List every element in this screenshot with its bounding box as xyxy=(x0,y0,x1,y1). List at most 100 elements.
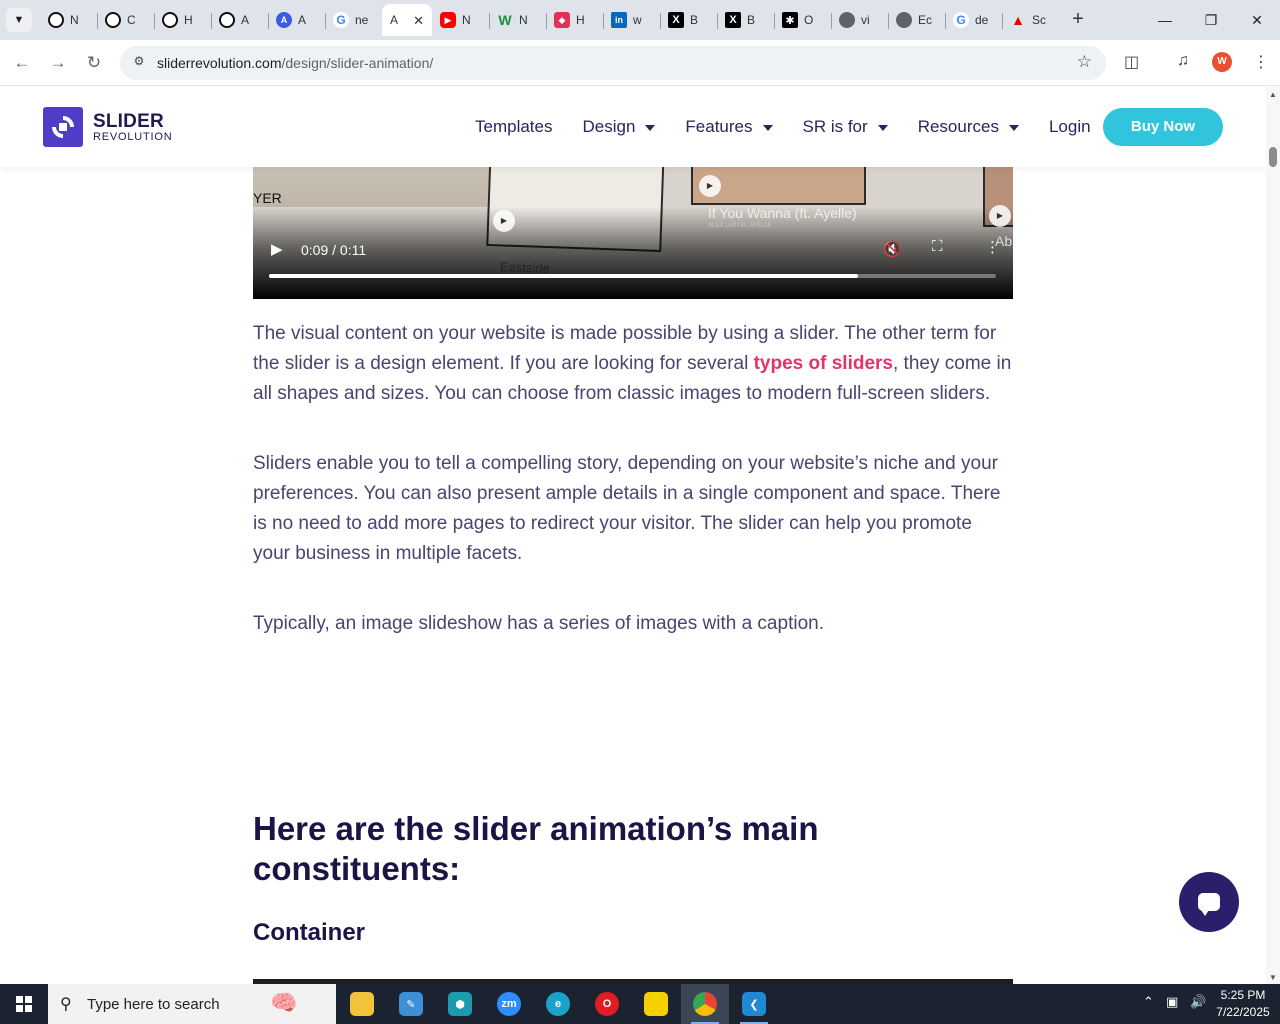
network-icon[interactable]: ▣ xyxy=(1166,994,1178,1010)
tab[interactable]: XB xyxy=(660,4,717,36)
tab[interactable]: in w xyxy=(603,4,660,36)
nav-design[interactable]: Design xyxy=(582,117,656,137)
taskbar-search[interactable]: ⚲ Type here to search 🧠 xyxy=(48,984,336,1024)
volume-icon[interactable]: 🔊 xyxy=(1190,994,1206,1010)
types-of-sliders-link[interactable]: types of sliders xyxy=(754,353,893,374)
tab-active[interactable]: A ✕ xyxy=(382,4,432,36)
video-caption-artist: ALEX LUSTIG, AYELLE xyxy=(708,223,772,229)
profile-avatar[interactable]: W xyxy=(1212,52,1232,72)
tab-title: C xyxy=(127,13,136,27)
section-heading: Here are the slider animation’s main con… xyxy=(253,810,819,887)
url-text[interactable]: sliderrevolution.com/design/slider-anima… xyxy=(157,55,433,71)
x-icon: X xyxy=(668,12,684,28)
nav-login[interactable]: Login xyxy=(1049,117,1091,137)
w-icon: W xyxy=(498,12,512,28)
page-scrollbar[interactable]: ▲ ▼ xyxy=(1266,87,1280,984)
media-control-icon[interactable]: ♫ xyxy=(1177,52,1189,70)
tab-search-button[interactable]: ▼ xyxy=(6,8,32,32)
play-icon[interactable]: ▶ xyxy=(271,240,283,258)
tab[interactable]: C xyxy=(97,4,154,36)
site-header: SLIDER REVOLUTION Templates Design Featu… xyxy=(0,87,1266,167)
tab-title: B xyxy=(747,13,756,27)
tab[interactable]: ✱ O xyxy=(774,4,831,36)
tab[interactable]: ◆ H xyxy=(546,4,603,36)
more-options-icon[interactable]: ⋮ xyxy=(985,238,1000,256)
tab-title: Ec xyxy=(918,13,933,27)
menu-icon[interactable]: ⋮ xyxy=(1253,52,1269,72)
tab-list: N C H A AA Gne A ✕ ▶ N WN ◆ H in w XB XB ✱ O … xyxy=(40,4,1059,38)
scroll-down-icon[interactable]: ▼ xyxy=(1269,973,1277,982)
search-icon: ⚲ xyxy=(60,996,72,1013)
file-explorer-app[interactable] xyxy=(338,984,386,1024)
chrome-app[interactable] xyxy=(681,984,729,1024)
address-bar[interactable]: ⚙ sliderrevolution.com/design/slider-ani… xyxy=(120,46,1106,80)
taskbar-clock[interactable]: 5:25 PM 7/22/2025 xyxy=(1212,987,1274,1021)
tab[interactable]: XB xyxy=(717,4,774,36)
logo-subtitle: REVOLUTION xyxy=(93,131,173,143)
mute-icon[interactable]: 🔇 xyxy=(883,240,902,258)
browser-toolbar: ← → ↻ ⚙ sliderrevolution.com/design/slid… xyxy=(0,40,1280,86)
paint-app[interactable]: ✎ xyxy=(387,984,435,1024)
openai-icon xyxy=(105,12,121,28)
scroll-up-icon[interactable]: ▲ xyxy=(1269,90,1277,99)
x-icon: X xyxy=(725,12,741,28)
palette-icon: ✎ xyxy=(399,992,423,1016)
close-icon[interactable]: ✕ xyxy=(413,13,424,29)
chevron-down-icon: ▼ xyxy=(13,14,25,26)
site-info-icon[interactable]: ⚙ xyxy=(130,54,148,72)
nav-sr-is-for[interactable]: SR is for xyxy=(803,117,888,137)
reload-button[interactable]: ↻ xyxy=(82,51,106,75)
nav-resources[interactable]: Resources xyxy=(918,117,1019,137)
tab[interactable]: ▶ N xyxy=(432,4,489,36)
tab[interactable]: Gde xyxy=(945,4,1002,36)
video-progress-bar[interactable] xyxy=(269,274,996,278)
zoom-app[interactable]: zm xyxy=(485,984,533,1024)
openai-icon xyxy=(219,12,235,28)
vscode-app[interactable]: ❮ xyxy=(730,984,778,1024)
tray-overflow-icon[interactable]: ⌃ xyxy=(1143,994,1154,1010)
start-button[interactable] xyxy=(0,984,48,1024)
tab[interactable]: vi xyxy=(831,4,888,36)
thumbnail-play-icon: ▶ xyxy=(699,175,721,197)
bookmark-star-icon[interactable]: ☆ xyxy=(1077,52,1092,72)
sticky-note-icon xyxy=(644,992,668,1016)
main-nav: Templates Design Features SR is for Reso… xyxy=(475,117,1121,137)
opera-app[interactable]: O xyxy=(583,984,631,1024)
slider-revolution-logo-icon[interactable] xyxy=(43,107,83,147)
tab[interactable]: WN xyxy=(489,4,546,36)
tab-title: ne xyxy=(355,13,369,27)
sticky-notes-app[interactable] xyxy=(632,984,680,1024)
tab[interactable]: A xyxy=(211,4,268,36)
buy-now-button[interactable]: Buy Now xyxy=(1103,108,1223,146)
logo-title[interactable]: SLIDER xyxy=(93,111,164,133)
search-placeholder: Type here to search xyxy=(87,996,220,1013)
minimize-button[interactable]: — xyxy=(1142,0,1188,40)
back-button[interactable]: ← xyxy=(10,51,34,75)
extensions-icon[interactable]: ◫ xyxy=(1124,52,1139,72)
tab[interactable]: ▲ Sc xyxy=(1002,4,1059,36)
tab[interactable]: H xyxy=(154,4,211,36)
tab[interactable]: Gne xyxy=(325,4,382,36)
thumbnail-play-icon: ▶ xyxy=(989,205,1011,227)
google-icon: G xyxy=(333,12,349,28)
tab-title: N xyxy=(519,13,528,27)
video-player[interactable]: YER Eastside If You Wanna (ft. Ayelle) A… xyxy=(253,147,1013,299)
tab[interactable]: Ec xyxy=(888,4,945,36)
caret-down-icon xyxy=(762,125,773,131)
tab[interactable]: AA xyxy=(268,4,325,36)
restore-button[interactable]: ❐ xyxy=(1188,0,1234,40)
tab[interactable]: N xyxy=(40,4,97,36)
app-hex[interactable]: ⬢ xyxy=(436,984,484,1024)
chat-button[interactable] xyxy=(1179,872,1239,932)
close-window-button[interactable]: ✕ xyxy=(1234,0,1280,40)
edge-app[interactable]: e xyxy=(534,984,582,1024)
nav-features[interactable]: Features xyxy=(685,117,773,137)
nav-templates[interactable]: Templates xyxy=(475,117,552,137)
globe-icon xyxy=(896,12,912,28)
new-tab-button[interactable]: + xyxy=(1066,8,1090,32)
fullscreen-icon[interactable]: ⛶ xyxy=(932,238,943,255)
tab-title: vi xyxy=(861,13,870,27)
forward-button[interactable]: → xyxy=(46,51,70,75)
openai-icon xyxy=(48,12,64,28)
scrollbar-thumb[interactable] xyxy=(1269,147,1277,167)
